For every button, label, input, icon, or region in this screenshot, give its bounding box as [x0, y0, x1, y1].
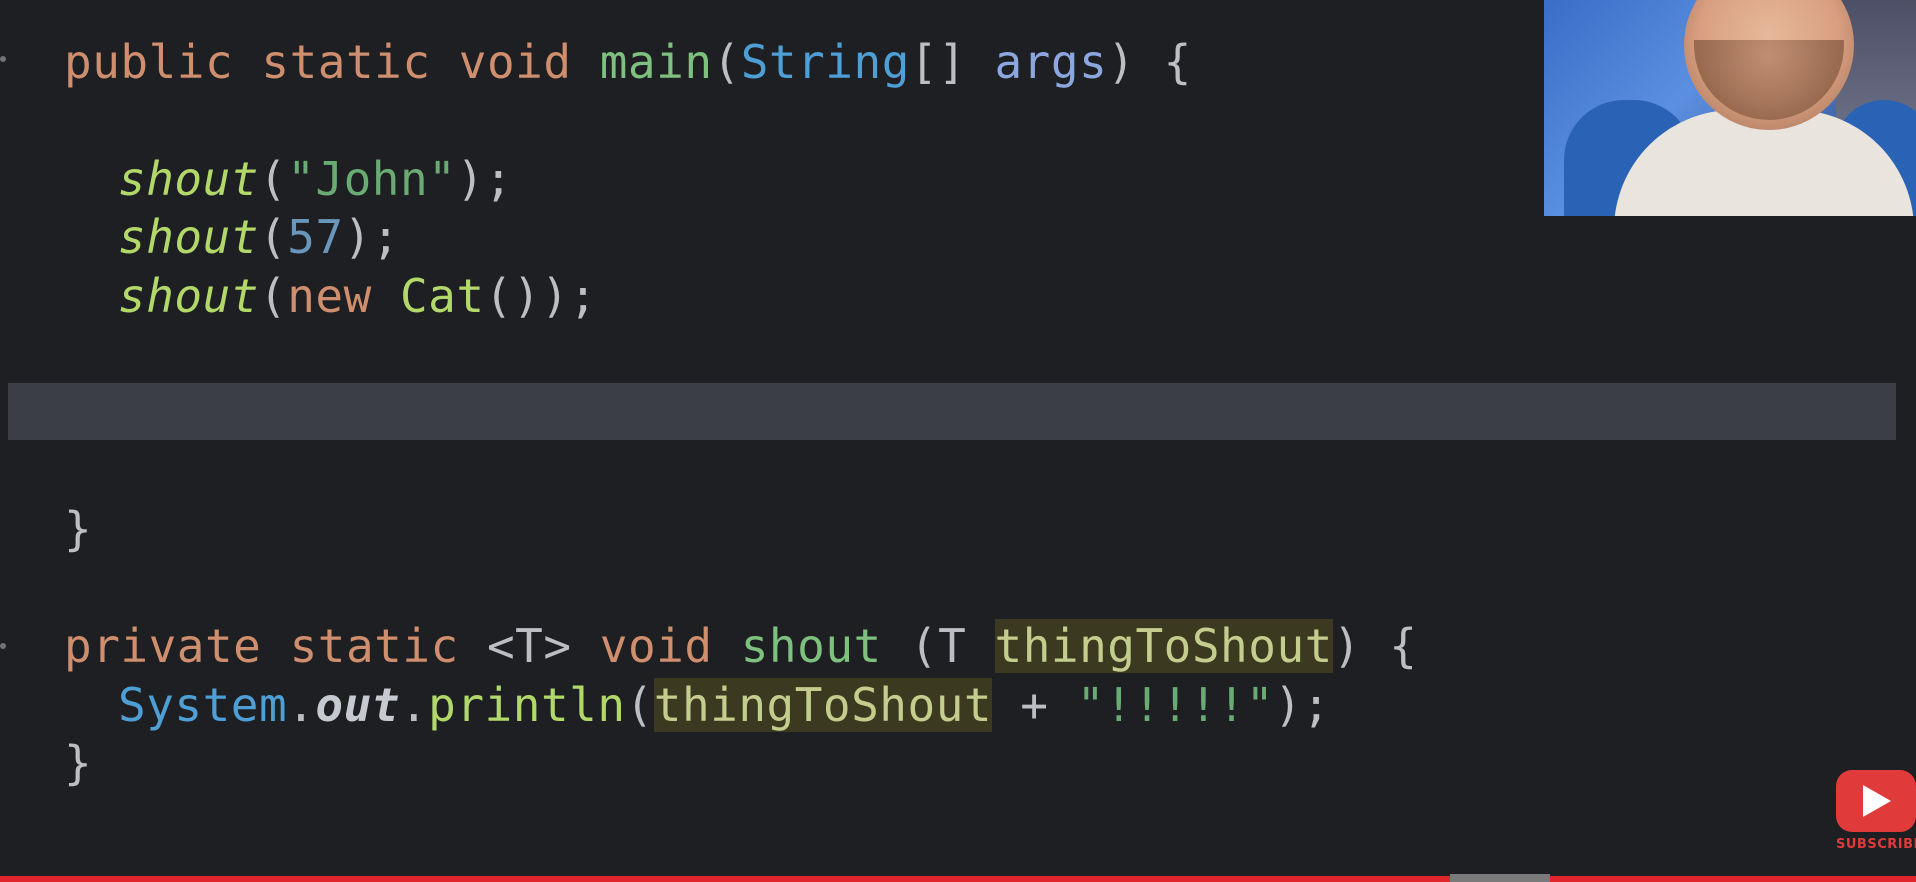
parameter-highlighted: thingToShout: [653, 678, 993, 732]
method-call: println: [428, 678, 626, 732]
punctuation: (: [258, 152, 288, 206]
method-name: shout: [740, 619, 882, 673]
video-frame: public static void main(String[] args) {…: [0, 0, 1916, 882]
parameter: args: [994, 35, 1108, 89]
video-progress-bar[interactable]: [0, 874, 1916, 882]
number-literal: 57: [287, 210, 344, 264]
subscribe-label: SUBSCRIBE: [1836, 837, 1916, 852]
class-name: System: [118, 678, 288, 732]
operator: +: [992, 678, 1077, 732]
method-call: shout: [118, 210, 259, 264]
subscribe-button[interactable]: SUBSCRIBE: [1836, 770, 1916, 860]
youtube-play-icon: [1836, 770, 1916, 832]
keyword: new: [287, 269, 372, 323]
code-line-shout-cat: shout(new Cat());: [118, 267, 597, 325]
closing-brace: }: [64, 736, 93, 790]
parameter-highlighted: thingToShout: [994, 619, 1333, 673]
code-line-shout-john: shout("John");: [118, 150, 513, 208]
webcam-overlay: [1544, 0, 1916, 216]
code-line-shout-close: }: [64, 734, 92, 792]
keyword: static: [289, 619, 459, 673]
punctuation: .: [287, 678, 316, 732]
keyword: static: [261, 35, 431, 89]
punctuation: .: [399, 678, 429, 732]
code-line-main-signature: public static void main(String[] args) {: [64, 33, 1192, 91]
keyword: void: [599, 619, 713, 673]
progress-scrub-thumb[interactable]: [1450, 874, 1550, 882]
string-literal: "!!!!!": [1076, 678, 1275, 732]
punctuation: );: [343, 210, 400, 264]
method-name: main: [599, 35, 713, 89]
keyword: public: [64, 35, 234, 89]
punctuation: ) {: [1332, 619, 1418, 673]
closing-brace: }: [64, 502, 93, 556]
punctuation: );: [1274, 678, 1331, 732]
punctuation: (: [258, 269, 288, 323]
method-call: shout: [118, 152, 259, 206]
static-field: out: [315, 678, 400, 732]
string-literal: "John": [287, 152, 457, 206]
punctuation: ());: [484, 269, 598, 323]
method-call: shout: [118, 269, 259, 323]
code-line-main-close: }: [64, 500, 92, 558]
type-name: String: [740, 35, 910, 89]
progress-fill: [0, 876, 1916, 882]
punctuation: );: [456, 152, 513, 206]
code-line-shout-57: shout(57);: [118, 208, 400, 266]
fold-marker-icon[interactable]: [0, 56, 6, 62]
class-name: Cat: [399, 269, 485, 323]
punctuation: (: [712, 35, 741, 89]
code-line-println: System.out.println(thingToShout + "!!!!!…: [118, 676, 1330, 734]
code-line-shout-signature: private static <T> void shout (T thingTo…: [64, 617, 1417, 675]
keyword: private: [64, 619, 262, 673]
keyword: void: [458, 35, 572, 89]
punctuation: (: [258, 210, 288, 264]
punctuation: ) {: [1107, 35, 1192, 89]
current-line-highlight: [8, 383, 1896, 440]
punctuation: (: [625, 678, 654, 732]
type-parameter: <T>: [486, 619, 572, 673]
punctuation: (T: [881, 619, 995, 673]
punctuation: []: [909, 35, 995, 89]
fold-marker-icon[interactable]: [0, 643, 6, 649]
